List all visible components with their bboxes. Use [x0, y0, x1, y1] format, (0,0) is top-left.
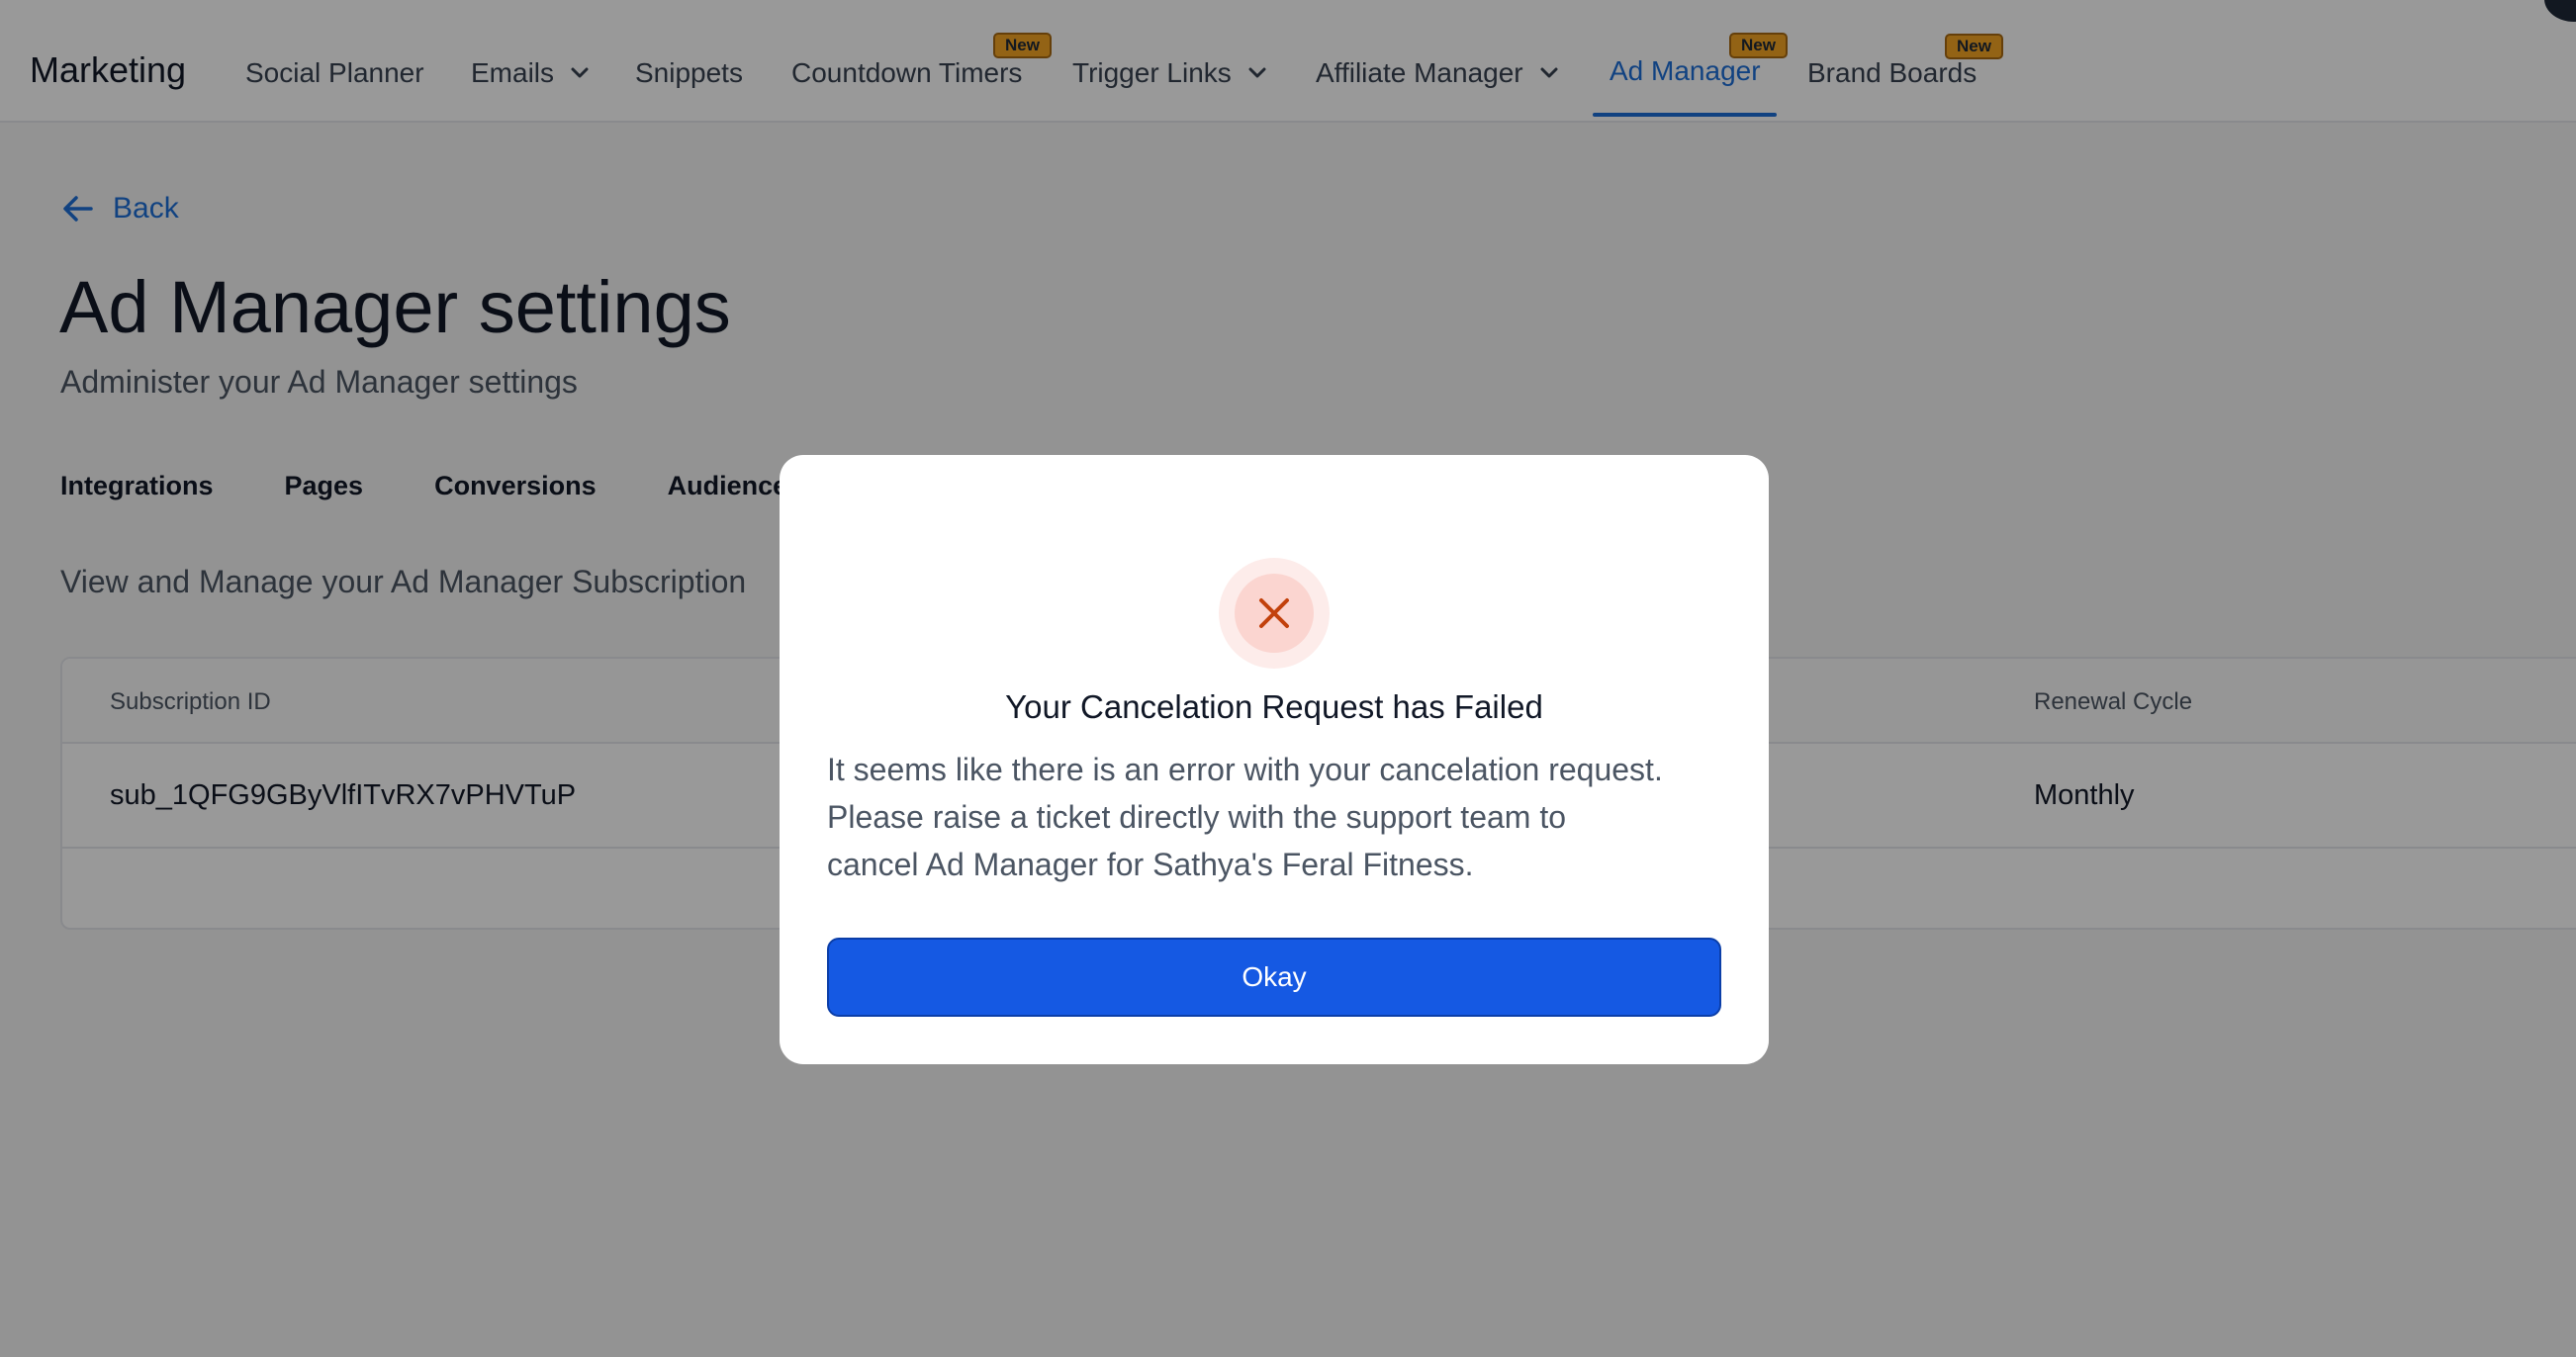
error-dialog: Your Cancelation Request has Failed It s… — [780, 455, 1769, 1064]
dialog-title: Your Cancelation Request has Failed — [1005, 688, 1543, 725]
dialog-message-line: cancel Ad Manager for Sathya's Feral Fit… — [827, 847, 1474, 882]
okay-button[interactable]: Okay — [827, 938, 1721, 1017]
dialog-message: It seems like there is an error with you… — [827, 746, 1737, 888]
error-icon-badge — [1219, 558, 1330, 669]
dialog-message-line: Please raise a ticket directly with the … — [827, 799, 1567, 835]
error-icon-circle — [1235, 574, 1314, 653]
close-icon — [1259, 598, 1289, 628]
dialog-message-line: It seems like there is an error with you… — [827, 752, 1663, 787]
